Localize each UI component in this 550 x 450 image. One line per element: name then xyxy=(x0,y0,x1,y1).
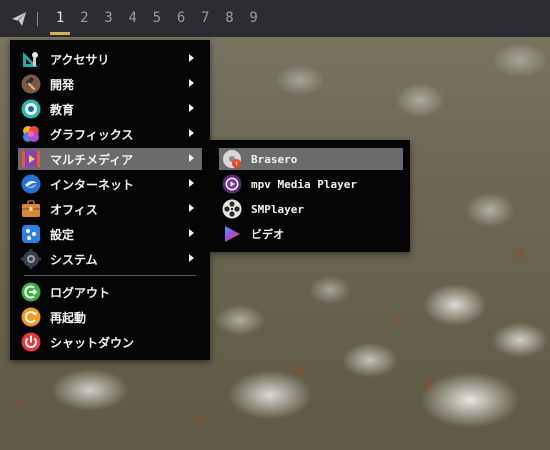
top-panel: 1 2 3 4 5 6 7 8 9 xyxy=(0,0,550,37)
submenu-item-smplayer[interactable]: SMPlayer xyxy=(219,198,403,220)
menu-item-logout[interactable]: ログアウト xyxy=(18,281,202,303)
office-briefcase-icon xyxy=(22,200,40,217)
chevron-right-icon xyxy=(189,79,194,87)
menu-item-label: 開発 xyxy=(50,77,75,92)
menu-item-office[interactable]: オフィス xyxy=(18,198,202,220)
workspace-5[interactable]: 5 xyxy=(145,0,169,37)
workspace-7[interactable]: 7 xyxy=(193,0,217,37)
shutdown-icon xyxy=(21,332,41,352)
menu-divider xyxy=(24,275,196,276)
submenu-item-label: mpv Media Player xyxy=(251,177,357,191)
submenu-item-video[interactable]: ビデオ xyxy=(219,223,403,245)
menu-item-label: オフィス xyxy=(50,202,98,217)
internet-icon xyxy=(21,174,41,194)
submenu-item-label: ビデオ xyxy=(251,228,284,241)
smplayer-reel-icon xyxy=(222,199,242,219)
workspace-8[interactable]: 8 xyxy=(217,0,241,37)
mpv-icon xyxy=(222,174,242,194)
menu-item-label: グラフィックス xyxy=(50,127,134,142)
paper-plane-icon[interactable] xyxy=(8,8,30,30)
workspace-2[interactable]: 2 xyxy=(72,0,96,37)
menu-item-label: インターネット xyxy=(50,177,135,192)
menu-item-shutdown[interactable]: シャットダウン xyxy=(18,331,202,353)
multimedia-icon xyxy=(22,151,40,167)
menu-item-settings[interactable]: 設定 xyxy=(18,223,202,245)
workspace-6[interactable]: 6 xyxy=(169,0,193,37)
chevron-right-icon xyxy=(189,154,194,162)
submenu-item-brasero[interactable]: Brasero xyxy=(219,148,403,170)
chevron-right-icon xyxy=(189,229,194,237)
chevron-right-icon xyxy=(189,129,194,137)
multimedia-submenu: Brasero mpv Media Player SMPlayer ビデオ xyxy=(210,140,410,252)
chevron-right-icon xyxy=(189,54,194,62)
chevron-right-icon xyxy=(189,204,194,212)
submenu-item-mpv[interactable]: mpv Media Player xyxy=(219,173,403,195)
workspace-9[interactable]: 9 xyxy=(242,0,266,37)
logout-icon xyxy=(21,282,41,302)
menu-item-label: 再起動 xyxy=(50,310,87,325)
menu-item-restart[interactable]: 再起動 xyxy=(18,306,202,328)
education-icon xyxy=(21,99,41,119)
workspace-3[interactable]: 3 xyxy=(96,0,120,37)
menu-item-label: ログアウト xyxy=(50,285,111,300)
menu-item-development[interactable]: 開発 xyxy=(18,73,202,95)
development-hammer-icon xyxy=(21,74,41,94)
menu-item-graphics[interactable]: グラフィックス xyxy=(18,123,202,145)
brasero-disc-icon xyxy=(223,150,241,168)
application-menu: アクセサリ 開発 教育 グラフィックス マルチメディア インターネット オフィス… xyxy=(10,40,210,360)
video-play-icon xyxy=(225,226,240,242)
graphics-icon xyxy=(23,126,39,142)
system-gear-icon xyxy=(21,249,41,269)
menu-item-label: 設定 xyxy=(50,227,75,242)
menu-item-education[interactable]: 教育 xyxy=(18,98,202,120)
chevron-right-icon xyxy=(189,104,194,112)
menu-item-internet[interactable]: インターネット xyxy=(18,173,202,195)
chevron-right-icon xyxy=(189,179,194,187)
chevron-right-icon xyxy=(189,254,194,262)
menu-item-accessories[interactable]: アクセサリ xyxy=(18,48,202,70)
menu-item-label: 教育 xyxy=(50,102,75,117)
submenu-item-label: SMPlayer xyxy=(251,202,304,216)
workspace-1[interactable]: 1 xyxy=(48,0,72,37)
workspace-4[interactable]: 4 xyxy=(121,0,145,37)
panel-separator xyxy=(37,11,38,26)
settings-icon xyxy=(22,225,40,243)
menu-item-label: システム xyxy=(50,252,98,267)
menu-item-multimedia[interactable]: マルチメディア xyxy=(18,148,202,170)
submenu-item-label: Brasero xyxy=(251,152,298,166)
accessories-icon xyxy=(23,52,38,67)
menu-item-label: シャットダウン xyxy=(50,335,135,350)
restart-icon xyxy=(21,307,41,327)
menu-item-label: マルチメディア xyxy=(50,152,134,167)
menu-item-system[interactable]: システム xyxy=(18,248,202,270)
menu-item-label: アクセサリ xyxy=(50,52,110,67)
